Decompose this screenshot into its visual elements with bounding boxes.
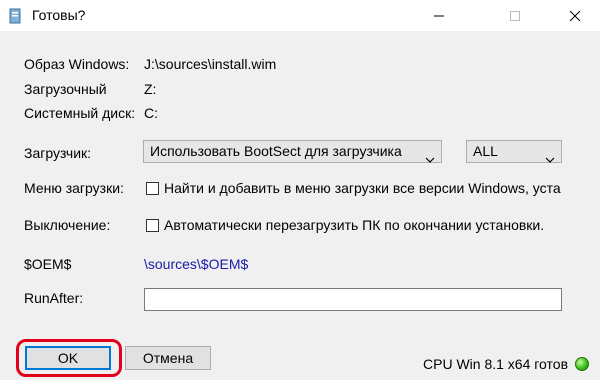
chevron-down-icon <box>545 148 555 169</box>
oem-label: $OEM$ <box>24 256 72 272</box>
system-disk-label: Системный диск: <box>24 105 136 121</box>
reboot-checkbox-text[interactable]: Автоматически перезагрузить ПК по оконча… <box>164 217 544 233</box>
boot-target-select-value: ALL <box>473 143 498 159</box>
minimize-button[interactable] <box>416 0 462 31</box>
image-value: J:\sources\install.wim <box>144 56 277 72</box>
bootloader-select-value: Использовать BootSect для загрузчика <box>150 143 402 159</box>
bootloader-select[interactable]: Использовать BootSect для загрузчика <box>143 140 442 163</box>
cancel-button[interactable]: Отмена <box>125 346 211 370</box>
shutdown-label: Выключение: <box>24 217 111 233</box>
runafter-label: RunAfter: <box>24 290 84 306</box>
title-bar: Готовы? <box>0 0 600 31</box>
close-button[interactable] <box>552 0 598 31</box>
maximize-icon <box>510 10 520 21</box>
reboot-checkbox[interactable] <box>146 219 159 232</box>
status-text: CPU Win 8.1 x64 готов <box>423 356 569 372</box>
boot-menu-checkbox-text[interactable]: Найти и добавить в меню загрузки все вер… <box>164 180 561 196</box>
ok-button[interactable]: OK <box>25 346 111 370</box>
app-icon <box>8 8 22 27</box>
minimize-icon <box>434 15 444 16</box>
oem-path-link[interactable]: \sources\$OEM$ <box>144 256 248 272</box>
boot-partition-value: Z: <box>144 81 157 97</box>
maximize-button[interactable] <box>492 0 538 31</box>
system-disk-value: C: <box>144 105 158 121</box>
ready-indicator-icon <box>575 357 589 371</box>
boot-menu-checkbox[interactable] <box>146 182 159 195</box>
boot-partition-label: Загрузочный <box>24 81 107 97</box>
boot-menu-label: Меню загрузки: <box>24 180 124 196</box>
boot-target-select[interactable]: ALL <box>466 140 562 163</box>
close-icon <box>569 10 581 21</box>
bootloader-label: Загрузчик: <box>24 145 92 161</box>
runafter-input[interactable] <box>144 288 562 311</box>
chevron-down-icon <box>425 148 435 169</box>
image-label: Образ Windows: <box>24 56 130 72</box>
window-title: Готовы? <box>32 7 86 23</box>
